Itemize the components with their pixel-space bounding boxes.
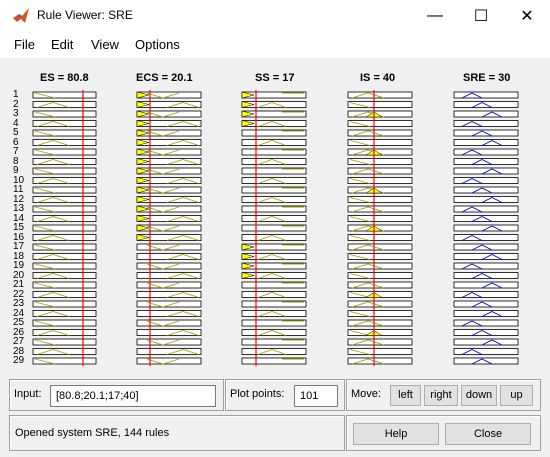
rule-box (32, 139, 97, 146)
rule-box (241, 139, 307, 146)
maximize-icon: ☐ (473, 7, 489, 25)
rule-box (453, 224, 519, 232)
rule-box (453, 110, 519, 118)
rule-box (241, 196, 307, 203)
move-down-button[interactable]: down (461, 385, 497, 406)
dialog-buttons-panel: Help Close (346, 415, 541, 451)
rule-box (241, 329, 307, 336)
rule-box (453, 167, 519, 175)
plot-points-field[interactable]: 101 (294, 385, 338, 407)
rule-box (453, 281, 519, 289)
menu-view[interactable]: View (91, 37, 119, 52)
rule-box (32, 101, 97, 108)
menu-options[interactable]: Options (135, 37, 180, 52)
rule-box (453, 139, 519, 146)
rule-box (136, 300, 202, 308)
rule-box (32, 158, 97, 165)
move-right-button[interactable]: right (424, 385, 458, 406)
input-field[interactable]: [80.8;20.1;17;40] (50, 385, 216, 407)
window-title: Rule Viewer: SRE (37, 8, 133, 22)
rule-box (32, 272, 97, 279)
status-panel: Opened system SRE, 144 rules (9, 415, 345, 451)
rule-box (32, 234, 97, 241)
status-text: Opened system SRE, 144 rules (15, 427, 170, 439)
rule-box (241, 177, 307, 184)
rule-box (241, 158, 307, 165)
rules-plot[interactable] (0, 58, 550, 375)
rule-box (241, 310, 307, 317)
menu-file[interactable]: File (14, 37, 35, 52)
rule-box (32, 310, 97, 317)
rule-box (32, 196, 97, 203)
move-up-button[interactable]: up (500, 385, 533, 406)
rule-box (241, 215, 307, 222)
rule-box (32, 177, 97, 184)
rule-box (453, 196, 519, 203)
rule-box (32, 120, 97, 127)
rule-box (453, 338, 519, 346)
minimize-icon: — (427, 6, 443, 24)
title-bar: Rule Viewer: SRE — ☐ ✕ (0, 0, 550, 31)
close-button[interactable]: Close (445, 423, 531, 445)
minimize-button[interactable]: — (412, 0, 458, 31)
rule-box (241, 234, 307, 241)
input-label: Input: (14, 388, 42, 400)
rule-box (32, 215, 97, 222)
rule-box (32, 253, 97, 260)
rule-plot-area: ES = 80.8 ECS = 20.1 SS = 17 IS = 40 SRE… (0, 58, 550, 375)
rule-box (453, 310, 519, 317)
menu-edit[interactable]: Edit (51, 37, 73, 52)
plot-points-panel: Plot points: 101 (225, 379, 345, 411)
rule-box (136, 319, 202, 327)
rule-box (32, 348, 97, 355)
rule-box (241, 291, 307, 298)
matlab-icon (13, 8, 29, 23)
rule-box (241, 348, 307, 355)
menu-bar: File Edit View Options (0, 31, 550, 58)
move-label: Move: (351, 388, 381, 400)
rule-box (32, 329, 97, 336)
maximize-button[interactable]: ☐ (458, 0, 504, 31)
input-panel: Input: [80.8;20.1;17;40] (9, 379, 224, 411)
move-left-button[interactable]: left (390, 385, 421, 406)
rule-box (136, 262, 202, 270)
rule-box (32, 291, 97, 298)
rule-box (136, 281, 202, 289)
close-window-button[interactable]: ✕ (504, 0, 550, 31)
plot-points-label: Plot points: (230, 388, 285, 400)
rule-box (136, 243, 202, 251)
help-button[interactable]: Help (353, 423, 439, 445)
rule-box (136, 338, 202, 346)
rule-box (136, 357, 202, 365)
close-icon: ✕ (520, 7, 534, 25)
rule-box (453, 253, 519, 260)
move-panel: Move: left right down up (346, 379, 541, 411)
